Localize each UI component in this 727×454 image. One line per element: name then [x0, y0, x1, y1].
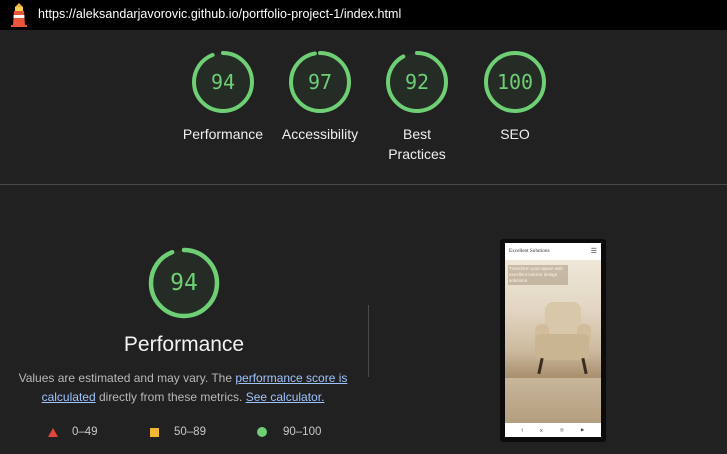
desc-text-1: Values are estimated and may vary. The [18, 371, 236, 385]
see-calculator-link[interactable]: See calculator. [246, 390, 325, 404]
preview-hero-image: Transform your space with excellent inte… [505, 260, 601, 423]
section-divider [0, 184, 727, 185]
accessibility-score: 97 [307, 70, 333, 94]
rug-graphic [505, 378, 601, 423]
legend-pass-range: 90–100 [283, 426, 322, 438]
circle-icon [257, 427, 267, 437]
best-practices-score: 92 [404, 70, 430, 94]
performance-description: Values are estimated and may vary. The p… [18, 369, 348, 407]
best-practices-label-line1: Best [402, 126, 431, 142]
performance-detail-title: Performance [123, 333, 245, 356]
lighthouse-icon [11, 3, 27, 27]
legend-average: 50–89 [150, 426, 206, 438]
accessibility-label: Accessibility [281, 126, 359, 142]
desc-text-2: directly from these metrics. [95, 390, 246, 404]
facebook-icon: f [521, 427, 523, 433]
preview-hero-text: Transform your space with excellent inte… [509, 266, 563, 283]
best-practices-gauge[interactable]: 92 [385, 50, 449, 114]
legend-fail: 0–49 [48, 426, 98, 438]
x-icon: X [539, 427, 543, 433]
armchair-seat [535, 334, 589, 360]
square-icon [150, 427, 159, 437]
best-practices-label-line2: Practices [388, 146, 446, 162]
legend-pass: 90–100 [257, 426, 321, 438]
best-practices-label: Best Practices [362, 124, 472, 164]
armchair-leg-right [581, 357, 588, 375]
performance-detail-score: 94 [170, 270, 198, 296]
performance-score: 94 [210, 70, 236, 94]
page-url[interactable]: https://aleksandarjavorovic.github.io/po… [38, 7, 401, 21]
performance-detail-gauge: 94 [148, 247, 220, 319]
instagram-icon: ◎ [559, 427, 564, 432]
triangle-icon [48, 427, 58, 437]
accessibility-gauge[interactable]: 97 [288, 50, 352, 114]
hamburger-icon: ☰ [590, 248, 597, 255]
youtube-icon: ▶ [580, 427, 585, 432]
seo-score: 100 [496, 70, 534, 94]
legend-fail-range: 0–49 [72, 426, 98, 438]
page-screenshot-preview[interactable]: Excellent Solutions ☰ Transform your spa… [500, 239, 606, 442]
preview-screen: Excellent Solutions ☰ Transform your spa… [505, 243, 601, 437]
preview-header: Excellent Solutions ☰ [505, 243, 601, 260]
legend-average-range: 50–89 [174, 426, 206, 438]
preview-footer: f X ◎ ▶ [505, 423, 601, 437]
preview-brand: Excellent Solutions [509, 248, 550, 254]
seo-gauge[interactable]: 100 [483, 50, 547, 114]
performance-label: Performance [182, 126, 264, 142]
performance-gauge[interactable]: 94 [191, 50, 255, 114]
armchair-leg-left [537, 357, 544, 375]
vertical-divider [368, 305, 369, 377]
url-bar: https://aleksandarjavorovic.github.io/po… [0, 0, 727, 30]
seo-label: SEO [500, 126, 530, 142]
